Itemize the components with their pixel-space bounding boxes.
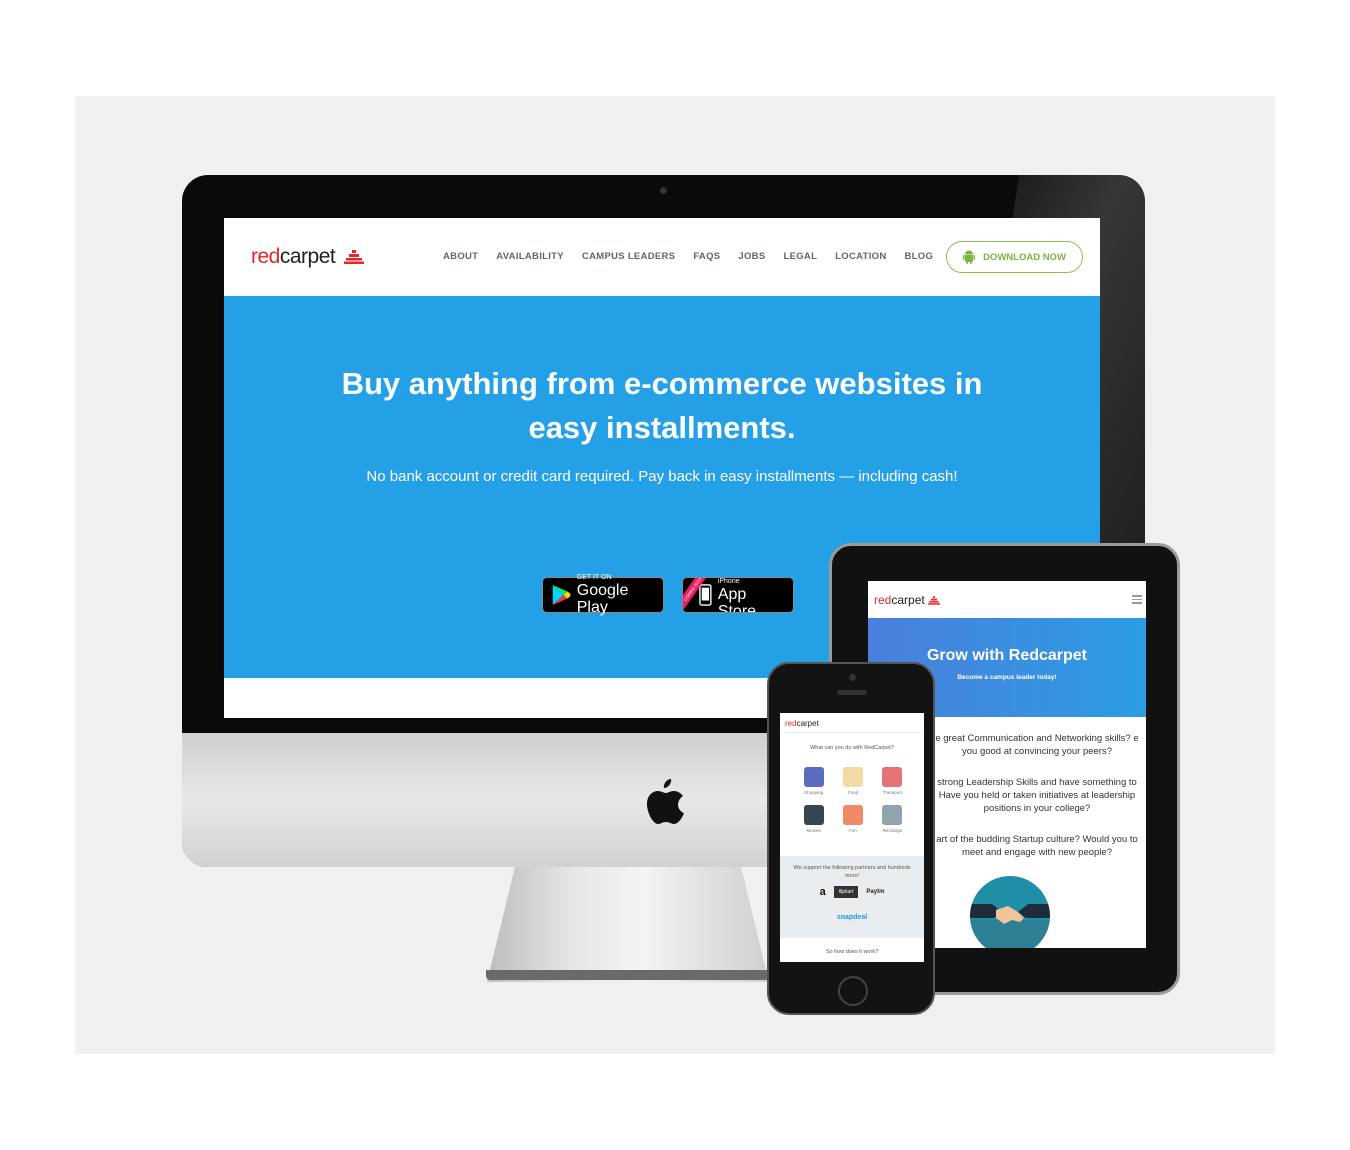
app-store-small: Available on the iPhone: [717, 578, 740, 585]
category-label: Food: [847, 790, 859, 795]
phone-logo[interactable]: redcarpet: [785, 719, 819, 728]
hero-title: Buy anything from e-commerce websites in…: [341, 366, 983, 445]
category-grid: Shopping Food Transport Movies Fun Recha…: [794, 767, 912, 833]
how-it-works-text: So how does it work?: [825, 949, 879, 955]
nav-location[interactable]: LOCATION: [835, 251, 886, 262]
tablet-question-1: e great Communication and Networking ski…: [935, 733, 1139, 757]
carpet-stairs-icon: [928, 596, 941, 606]
imac-camera: [660, 187, 667, 194]
apple-icon: [647, 779, 684, 824]
logo-dark-text: carpet: [279, 245, 336, 268]
hamburger-menu-icon[interactable]: [1132, 595, 1142, 606]
paytm-logo: Paytm: [866, 889, 885, 895]
imac-stand: [487, 866, 769, 982]
flipkart-logo: flipkart: [833, 886, 859, 898]
category-recharge[interactable]: Recharge: [873, 805, 912, 833]
tablet-logo-dark: carpet: [891, 593, 925, 607]
google-play-small: GET IT ON: [576, 574, 612, 581]
category-movies[interactable]: Movies: [794, 805, 833, 833]
app-store-badge[interactable]: COMING SOON Available on the iPhone App …: [682, 577, 794, 613]
amazon-logo: a: [819, 886, 826, 898]
imac-foot: [486, 970, 770, 980]
google-play-big: Google Play: [576, 582, 629, 616]
nav-campus-leaders[interactable]: CAMPUS LEADERS: [582, 251, 675, 262]
nav-faqs[interactable]: FAQS: [693, 251, 720, 262]
nav-links: ABOUT AVAILABILITY CAMPUS LEADERS FAQS J…: [443, 251, 933, 262]
nav-availability[interactable]: AVAILABILITY: [496, 251, 564, 262]
nav-legal[interactable]: LEGAL: [783, 251, 817, 262]
logo-red-text: red: [251, 245, 280, 268]
category-transport[interactable]: Transport: [873, 767, 912, 795]
partner-logos: a flipkart Paytm: [780, 886, 924, 898]
tablet-question-2: strong Leadership Skills and have someth…: [937, 777, 1137, 814]
category-label: Transport: [882, 790, 902, 795]
tablet-navbar: redcarpet: [868, 581, 1146, 618]
train-icon: [882, 767, 903, 787]
google-play-badge[interactable]: GET IT ON Google Play: [542, 574, 664, 616]
desktop-navbar: redcarpet ABOUT AVAILABILITY CAMPUS LEAD…: [224, 218, 1100, 296]
hero-subtitle: No bank account or credit card required.…: [366, 468, 958, 485]
google-play-icon: [552, 585, 571, 605]
snapdeal-logo: snapdeal: [836, 914, 868, 921]
category-fun[interactable]: Fun: [833, 805, 872, 833]
movie-projector-icon: [803, 805, 824, 825]
iphone-home-button[interactable]: [838, 976, 868, 1006]
nav-jobs[interactable]: JOBS: [738, 251, 765, 262]
category-label: Recharge: [882, 828, 903, 833]
download-now-label: DOWNLOAD NOW: [983, 251, 1066, 263]
partners-text: We support the following partners and hu…: [793, 865, 911, 879]
category-label: Movies: [806, 828, 821, 833]
phone-screen: redcarpet What can you do with RedCarpet…: [780, 713, 924, 962]
android-icon: [963, 250, 976, 264]
shopping-cart-icon: [803, 767, 824, 787]
phone-logo-red: red: [785, 719, 797, 728]
carpet-stairs-icon: [343, 250, 364, 265]
iphone-speaker: [837, 690, 867, 695]
download-now-button[interactable]: DOWNLOAD NOW: [946, 241, 1083, 273]
tablet-question-3: art of the budding Startup culture? Woul…: [936, 834, 1138, 858]
redcarpet-logo[interactable]: redcarpet: [251, 245, 364, 269]
iphone-camera: [849, 674, 856, 681]
category-food[interactable]: Food: [833, 767, 872, 795]
category-label: Shopping: [804, 790, 824, 795]
iphone-icon: [699, 584, 712, 606]
category-shopping[interactable]: Shopping: [794, 767, 833, 795]
tablet-logo[interactable]: redcarpet: [874, 593, 941, 607]
nav-about[interactable]: ABOUT: [443, 251, 478, 262]
nav-blog[interactable]: BLOG: [905, 251, 934, 262]
handshake-icon: [970, 876, 1050, 948]
phone-logo-dark: carpet: [796, 719, 819, 728]
partners-section: We support the following partners and hu…: [780, 856, 924, 938]
app-store-big: App Store: [717, 586, 757, 613]
phone-recharge-icon: [882, 805, 903, 825]
phone-question: What can you do with RedCarpet?: [810, 745, 894, 751]
tablet-logo-red: red: [874, 593, 892, 607]
circus-tent-icon: [842, 805, 863, 825]
phone-navbar: redcarpet: [780, 713, 924, 733]
category-label: Fun: [849, 828, 857, 833]
food-icon: [842, 767, 863, 787]
